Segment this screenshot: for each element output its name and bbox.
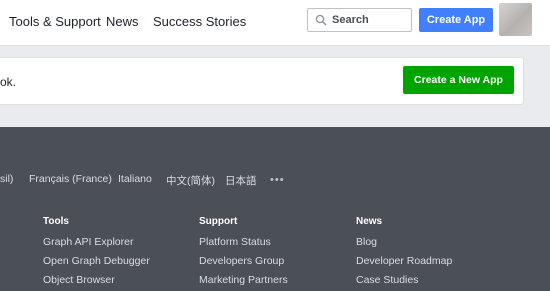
language-link-japanese[interactable]: 日本語 [225,173,257,188]
footer-link-marketing-partners[interactable]: Marketing Partners [199,274,288,286]
notice-message: ok. [0,75,17,89]
nav-link-success-stories[interactable]: Success Stories [153,14,246,29]
language-link[interactable]: sil) [0,173,13,185]
footer-heading-tools: Tools [43,216,69,227]
avatar[interactable] [499,3,532,36]
footer-link-graph-api-explorer[interactable]: Graph API Explorer [43,236,133,248]
search-placeholder: Search [332,14,369,26]
create-new-app-button[interactable]: Create a New App [403,66,514,94]
footer-link-blog[interactable]: Blog [356,236,377,248]
footer-heading-news: News [356,216,383,227]
language-link-chinese[interactable]: 中文(简体) [166,173,215,188]
create-app-button[interactable]: Create App [419,8,493,32]
footer-link-case-studies[interactable]: Case Studies [356,274,418,286]
footer-link-open-graph-debugger[interactable]: Open Graph Debugger [43,255,150,267]
more-languages-icon[interactable]: ••• [270,174,285,186]
footer: sil) Français (France) Italiano 中文(简体) 日… [0,127,550,291]
nav-link-news[interactable]: News [106,14,139,29]
nav-link-tools-support[interactable]: Tools & Support [9,14,101,29]
notice-card: ok. Create a New App [0,57,524,105]
footer-link-developer-roadmap[interactable]: Developer Roadmap [356,255,452,267]
language-link-french[interactable]: Français (France) [29,173,112,185]
search-input[interactable]: Search [307,8,412,32]
footer-link-platform-status[interactable]: Platform Status [199,236,271,248]
footer-heading-support: Support [199,216,238,227]
search-icon [315,14,327,26]
top-navigation-bar: Tools & Support News Success Stories Sea… [0,0,550,46]
footer-link-object-browser[interactable]: Object Browser [43,274,115,286]
language-link-italian[interactable]: Italiano [118,173,152,185]
footer-link-developers-group[interactable]: Developers Group [199,255,284,267]
